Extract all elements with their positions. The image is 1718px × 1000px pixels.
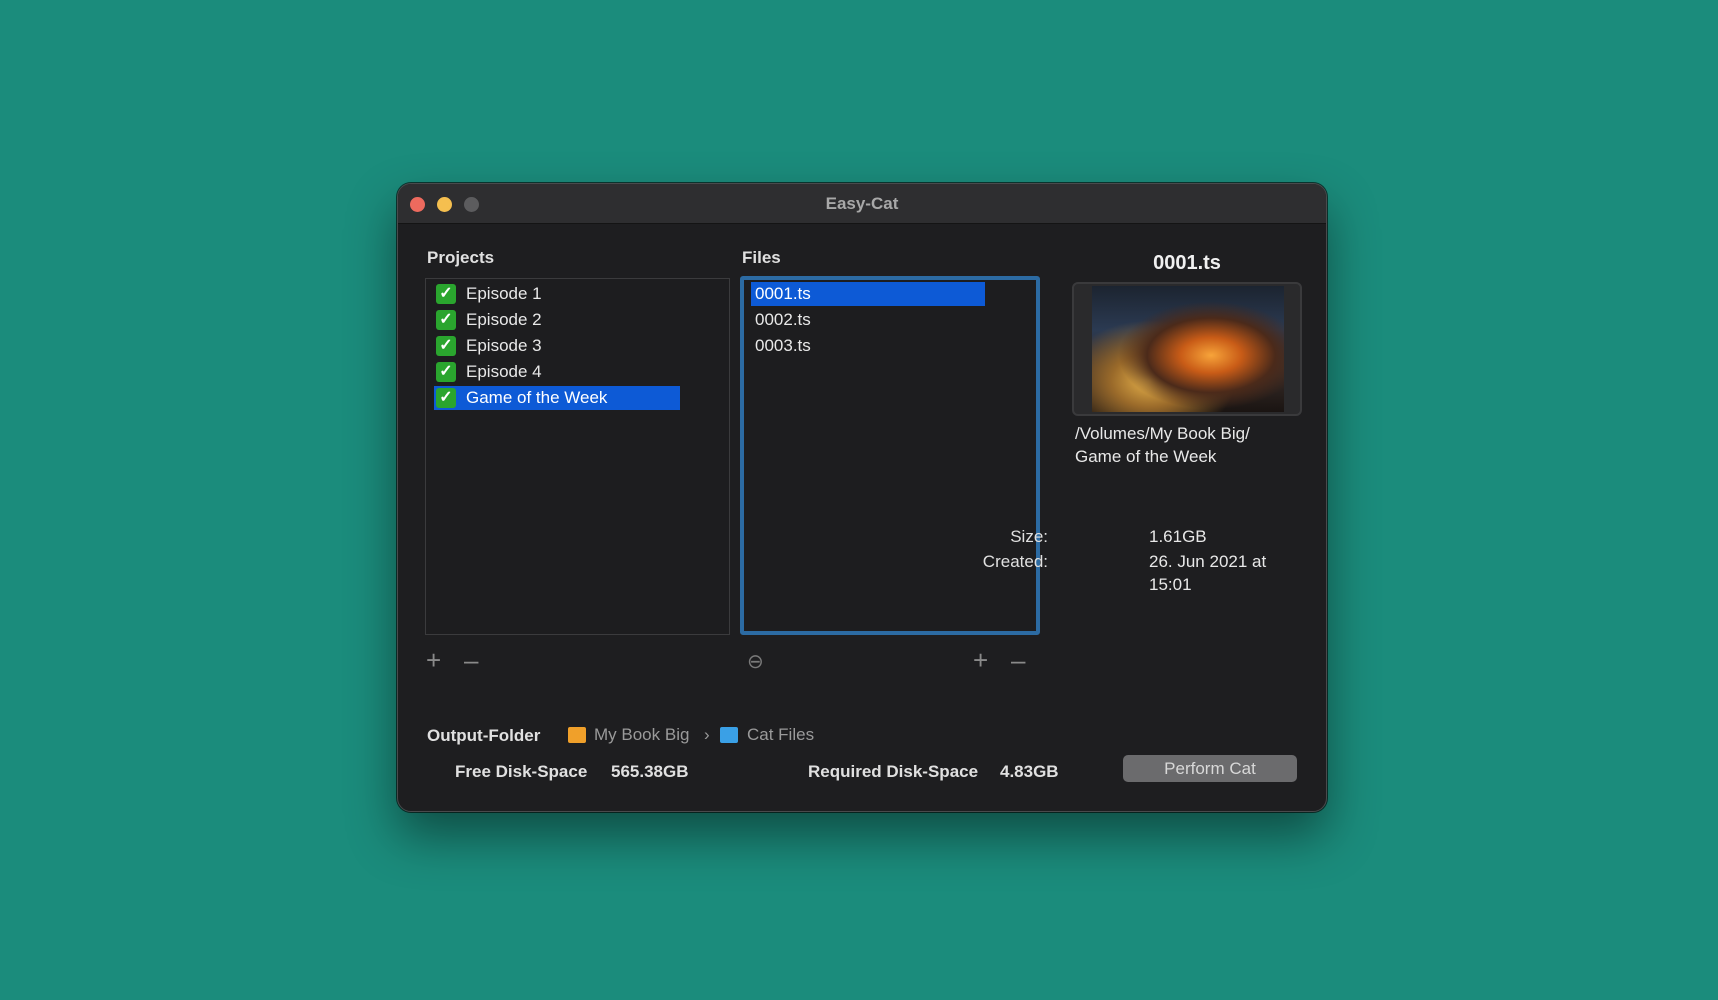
project-item-label: Game of the Week — [466, 388, 608, 407]
title-bar: Easy-Cat — [398, 184, 1326, 224]
add-file-button[interactable]: + — [973, 647, 988, 673]
folder-icon — [720, 727, 738, 743]
project-item-label: Episode 2 — [466, 310, 542, 329]
checkbox-checked-icon[interactable]: ✓ — [436, 310, 456, 330]
checkbox-checked-icon[interactable]: ✓ — [436, 388, 456, 408]
ellipsis-circle-icon[interactable]: ⊖ — [747, 652, 764, 672]
file-item-label: 0001.ts — [755, 284, 811, 303]
project-item-label: Episode 4 — [466, 362, 542, 381]
remove-file-button[interactable]: – — [1011, 647, 1025, 673]
project-item-episode-1[interactable]: ✓ Episode 1 — [434, 282, 670, 306]
project-item-episode-2[interactable]: ✓ Episode 2 — [434, 308, 670, 332]
file-item-0003[interactable]: 0003.ts — [751, 334, 985, 358]
projects-label: Projects — [427, 248, 495, 267]
easy-cat-window: Easy-Cat Projects ✓ Episode 1 ✓ Episode … — [397, 183, 1327, 812]
file-path-line-1: /Volumes/My Book Big/ — [1075, 424, 1250, 443]
video-thumbnail — [1092, 286, 1284, 412]
projects-list[interactable]: ✓ Episode 1 ✓ Episode 2 ✓ Episode 3 ✓ Ep… — [425, 278, 730, 635]
file-item-0001[interactable]: 0001.ts — [751, 282, 985, 306]
created-key: Created: — [982, 552, 1048, 571]
output-folder-label: Output-Folder — [427, 726, 541, 745]
required-disk-space-value: 4.83GB — [1000, 762, 1059, 781]
size-value: 1.61GB — [1149, 527, 1207, 546]
path-crumb-folder[interactable]: Cat Files — [747, 725, 814, 745]
project-item-game-of-the-week[interactable]: ✓ Game of the Week — [434, 386, 680, 410]
size-key: Size: — [1010, 527, 1048, 546]
free-disk-space-value: 565.38GB — [611, 762, 689, 781]
free-disk-space-label: Free Disk-Space — [455, 762, 588, 781]
remove-project-button[interactable]: – — [464, 647, 478, 673]
project-item-label: Episode 3 — [466, 336, 542, 355]
checkbox-checked-icon[interactable]: ✓ — [436, 336, 456, 356]
required-disk-space-label: Required Disk-Space — [808, 762, 979, 781]
file-item-label: 0003.ts — [755, 336, 811, 355]
project-item-episode-4[interactable]: ✓ Episode 4 — [434, 360, 670, 384]
file-item-0002[interactable]: 0002.ts — [751, 308, 985, 332]
path-separator: › — [704, 725, 710, 744]
project-item-episode-3[interactable]: ✓ Episode 3 — [434, 334, 670, 358]
created-value-line-1: 26. Jun 2021 at — [1149, 552, 1267, 571]
project-item-label: Episode 1 — [466, 284, 542, 303]
drive-icon — [568, 727, 586, 743]
checkbox-checked-icon[interactable]: ✓ — [436, 284, 456, 304]
add-project-button[interactable]: + — [426, 647, 441, 673]
path-crumb-drive[interactable]: My Book Big — [594, 725, 689, 745]
files-label: Files — [742, 248, 781, 267]
preview-title: 0001.ts — [1153, 252, 1221, 274]
window-title: Easy-Cat — [825, 194, 899, 213]
file-item-label: 0002.ts — [755, 310, 811, 329]
video-thumbnail-frame — [1072, 282, 1302, 416]
files-list[interactable]: 0001.ts 0002.ts 0003.ts — [740, 276, 1040, 635]
perform-cat-button[interactable]: Perform Cat — [1123, 755, 1297, 782]
file-path-line-2: Game of the Week — [1075, 447, 1217, 466]
created-value: 26. Jun 2021 at 15:01 — [1149, 550, 1309, 596]
file-path: /Volumes/My Book Big/ Game of the Week — [1075, 422, 1315, 468]
created-value-line-2: 15:01 — [1149, 575, 1192, 594]
checkbox-checked-icon[interactable]: ✓ — [436, 362, 456, 382]
